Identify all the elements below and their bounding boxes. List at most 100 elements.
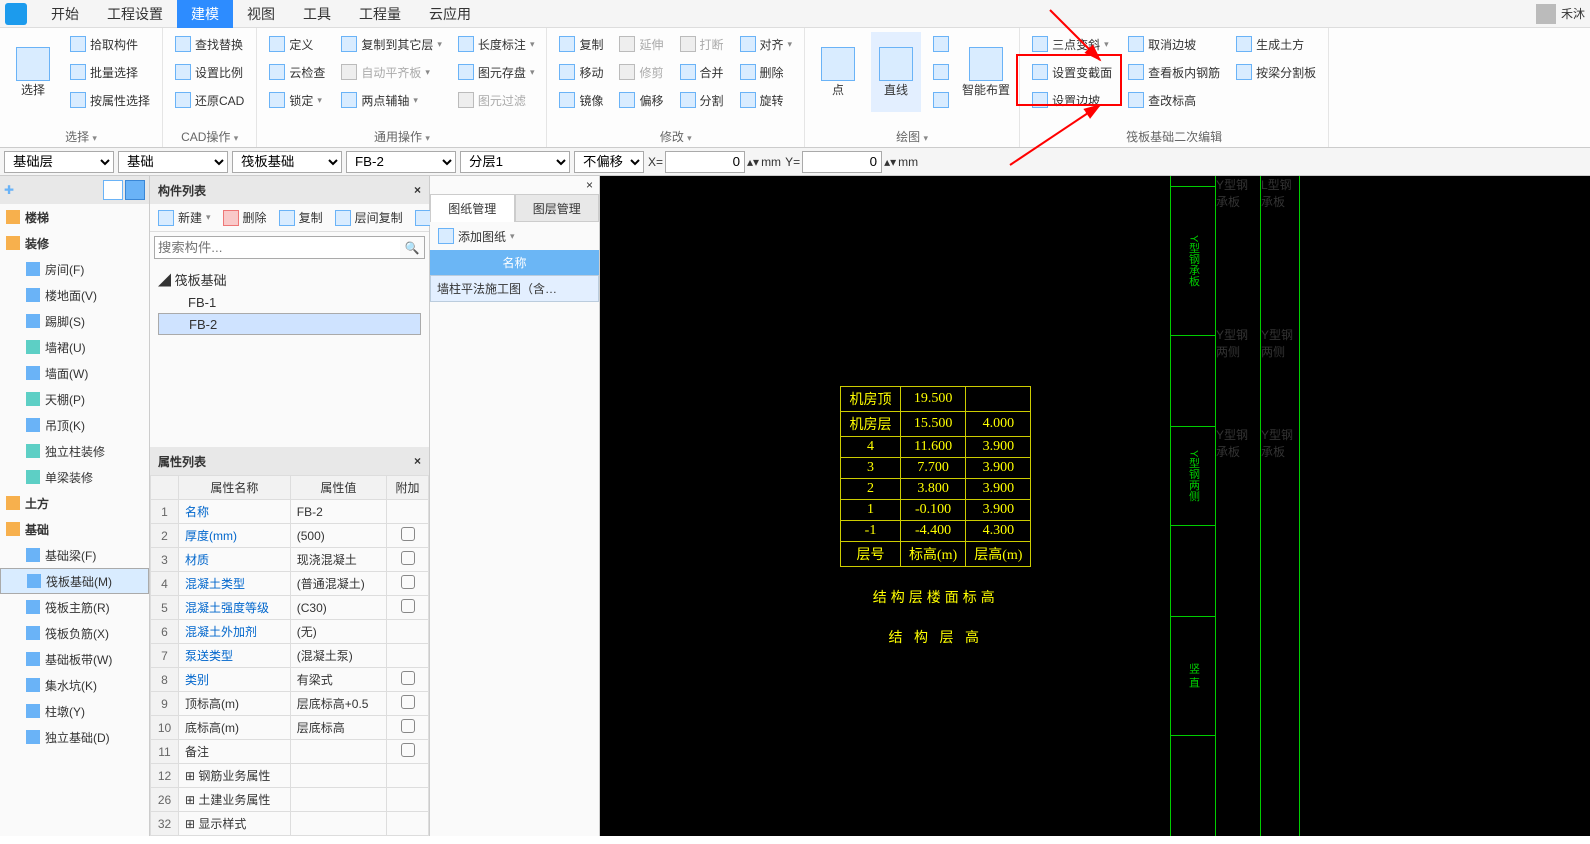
property-row[interactable]: 9顶标高(m)层底标高+0.5 <box>151 692 429 716</box>
property-row[interactable]: 1名称FB-2 <box>151 500 429 524</box>
close-icon[interactable]: × <box>414 454 421 468</box>
drawing-row[interactable]: 墙柱平法施工图（含… <box>430 275 599 302</box>
property-row[interactable]: 26⊞ 土建业务属性 <box>151 788 429 812</box>
menu-project-settings[interactable]: 工程设置 <box>93 0 177 28</box>
close-icon[interactable]: × <box>414 183 421 197</box>
x-input[interactable] <box>665 151 745 173</box>
mirror-button[interactable]: 镜像 <box>555 88 607 112</box>
property-row[interactable]: 32⊞ 显示样式 <box>151 812 429 836</box>
select-button[interactable]: 选择 <box>8 32 58 112</box>
restore-cad-button[interactable]: 还原CAD <box>171 88 248 112</box>
offset-select[interactable]: 不偏移 <box>574 151 644 173</box>
copy-button[interactable]: 复制 <box>555 32 607 56</box>
y-input[interactable] <box>802 151 882 173</box>
tree-dado[interactable]: 墙裙(U) <box>0 334 149 360</box>
search-icon[interactable]: 🔍 <box>400 237 424 258</box>
tree-plus-icon[interactable]: ✚ <box>4 183 14 197</box>
property-row[interactable]: 12⊞ 钢筋业务属性 <box>151 764 429 788</box>
property-row[interactable]: 2厚度(mm)(500) <box>151 524 429 548</box>
tree-room[interactable]: 房间(F) <box>0 256 149 282</box>
layer-select[interactable]: 分层1 <box>460 151 570 173</box>
tree-found[interactable]: 基础 <box>0 516 149 542</box>
tree-earth[interactable]: 土方 <box>0 490 149 516</box>
search-input[interactable] <box>155 237 400 258</box>
tab-drawing-mgr[interactable]: 图纸管理 <box>430 194 515 222</box>
property-row[interactable]: 4混凝土类型(普通混凝土) <box>151 572 429 596</box>
split-by-beam-button[interactable]: 按梁分割板 <box>1232 60 1320 84</box>
tree-pier[interactable]: 柱墩(Y) <box>0 698 149 724</box>
item-select[interactable]: FB-2 <box>346 151 456 173</box>
merge-button[interactable]: 合并 <box>676 60 728 84</box>
circle-tool[interactable] <box>929 60 953 84</box>
delete-button[interactable]: 删除 <box>736 60 797 84</box>
split-button[interactable]: 分割 <box>676 88 728 112</box>
move-button[interactable]: 移动 <box>555 60 607 84</box>
property-row[interactable]: 8类别有梁式 <box>151 668 429 692</box>
set-scale-button[interactable]: 设置比例 <box>171 60 248 84</box>
three-point-slope-button[interactable]: 三点变斜 ▾ <box>1028 32 1116 56</box>
lock-button[interactable]: 锁定 ▾ <box>265 88 329 112</box>
cancel-edge-button[interactable]: 取消边坡 <box>1124 32 1224 56</box>
tree-fbeam[interactable]: 基础梁(F) <box>0 542 149 568</box>
define-button[interactable]: 定义 <box>265 32 329 56</box>
tree-ceiling[interactable]: 天棚(P) <box>0 386 149 412</box>
menu-tools[interactable]: 工具 <box>289 0 345 28</box>
dimension-button[interactable]: 长度标注 ▾ <box>454 32 539 56</box>
rotate-button[interactable]: 旋转 <box>736 88 797 112</box>
batch-select-button[interactable]: 批量选择 <box>66 60 154 84</box>
tree-negbar[interactable]: 筏板负筋(X) <box>0 620 149 646</box>
tree-floor[interactable]: 楼地面(V) <box>0 282 149 308</box>
arc-tool[interactable] <box>929 88 953 112</box>
tree-indep[interactable]: 独立基础(D) <box>0 724 149 750</box>
floor-select[interactable]: 基础层 <box>4 151 114 173</box>
save-elem-button[interactable]: 图元存盘 ▾ <box>454 60 539 84</box>
gen-soil-button[interactable]: 生成土方 <box>1232 32 1320 56</box>
comp-root[interactable]: ◢ 筏板基础 <box>158 267 421 292</box>
add-drawing-button[interactable]: 添加图纸 ▾ <box>434 224 519 248</box>
close-icon[interactable]: × <box>586 178 593 192</box>
rect-tool[interactable] <box>929 32 953 56</box>
tree-strip[interactable]: 基础板带(W) <box>0 646 149 672</box>
check-elev-button[interactable]: 查改标高 <box>1124 88 1224 112</box>
layer-copy-button[interactable]: 层间复制 <box>331 206 407 230</box>
point-button[interactable]: 点 <box>813 32 863 112</box>
tree-sump[interactable]: 集水坑(K) <box>0 672 149 698</box>
comp-fb2[interactable]: FB-2 <box>158 313 421 335</box>
tree-suspend[interactable]: 吊顶(K) <box>0 412 149 438</box>
menu-view[interactable]: 视图 <box>233 0 289 28</box>
offset-button[interactable]: 偏移 <box>615 88 667 112</box>
select-by-property-button[interactable]: 按属性选择 <box>66 88 154 112</box>
tab-layer-mgr[interactable]: 图层管理 <box>515 194 600 222</box>
line-button[interactable]: 直线 <box>871 32 921 112</box>
new-button[interactable]: 新建 ▾ <box>154 206 215 230</box>
comp-fb1[interactable]: FB-1 <box>158 292 421 313</box>
tree-skirt[interactable]: 踢脚(S) <box>0 308 149 334</box>
menu-start[interactable]: 开始 <box>37 0 93 28</box>
property-row[interactable]: 11备注 <box>151 740 429 764</box>
property-row[interactable]: 6混凝土外加剂(无) <box>151 620 429 644</box>
menu-cloud[interactable]: 云应用 <box>415 0 485 28</box>
copy-comp-button[interactable]: 复制 <box>275 206 327 230</box>
align-button[interactable]: 对齐 ▾ <box>736 32 797 56</box>
tree-view2-button[interactable] <box>125 180 145 200</box>
view-rebar-button[interactable]: 查看板内钢筋 <box>1124 60 1224 84</box>
find-replace-button[interactable]: 查找替换 <box>171 32 248 56</box>
menu-modeling[interactable]: 建模 <box>177 0 233 28</box>
property-row[interactable]: 10底标高(m)层底标高 <box>151 716 429 740</box>
pick-component-button[interactable]: 拾取构件 <box>66 32 154 56</box>
tree-decor[interactable]: 装修 <box>0 230 149 256</box>
property-row[interactable]: 3材质现浇混凝土 <box>151 548 429 572</box>
property-row[interactable]: 7泵送类型(混凝土泵) <box>151 644 429 668</box>
del-button[interactable]: 删除 <box>219 206 271 230</box>
tree-raft[interactable]: 筏板基础(M) <box>0 568 149 594</box>
tree-wall[interactable]: 墙面(W) <box>0 360 149 386</box>
tree-pillar[interactable]: 独立柱装修 <box>0 438 149 464</box>
tree-stair[interactable]: 楼梯 <box>0 204 149 230</box>
two-point-axis-button[interactable]: 两点辅轴 ▾ <box>337 88 446 112</box>
drawing-canvas[interactable]: 机房顶19.500机房层15.5004.000411.6003.90037.70… <box>600 176 1590 836</box>
tree-view1-button[interactable] <box>103 180 123 200</box>
copy-to-layer-button[interactable]: 复制到其它层 ▾ <box>337 32 446 56</box>
smart-layout-button[interactable]: 智能布置 <box>961 32 1011 112</box>
tree-beam[interactable]: 单梁装修 <box>0 464 149 490</box>
tree-mainbar[interactable]: 筏板主筋(R) <box>0 594 149 620</box>
